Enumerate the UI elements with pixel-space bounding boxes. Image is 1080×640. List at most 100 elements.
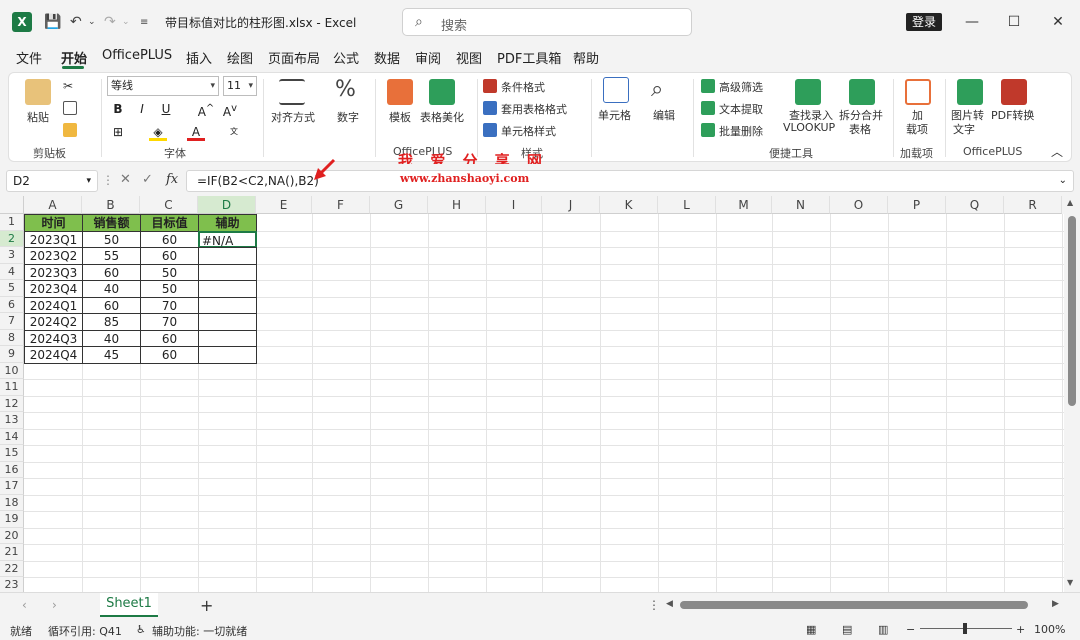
table-header-cell[interactable]: 目标值	[140, 214, 199, 232]
menu-view[interactable]: 视图	[456, 48, 482, 67]
page-layout-view-icon[interactable]: ▤	[842, 623, 852, 636]
vertical-scrollbar[interactable]: ▲ ▼	[1064, 196, 1080, 592]
cell-style-label[interactable]: 单元格样式	[501, 123, 556, 139]
table-cell[interactable]: 2023Q3	[24, 263, 83, 281]
pdf-convert-label[interactable]: PDF转换	[991, 107, 1034, 123]
split-merge-label-2[interactable]: 表格	[849, 121, 871, 137]
shrink-font-icon[interactable]: Av	[221, 100, 239, 119]
confirm-icon[interactable]: ✓	[142, 172, 153, 187]
tab-options-icon[interactable]: ⋮	[648, 598, 660, 612]
conditional-format-label[interactable]: 条件格式	[501, 79, 545, 95]
italic-button[interactable]: I	[133, 100, 151, 118]
add-sheet-button[interactable]: +	[200, 596, 213, 615]
cells-label[interactable]: 单元格	[598, 107, 631, 123]
column-header-M[interactable]: M	[716, 196, 772, 214]
redo-icon[interactable]: ↷	[104, 12, 116, 32]
addin-label-2[interactable]: 载项	[906, 121, 928, 137]
select-all-corner[interactable]	[0, 196, 24, 214]
table-cell[interactable]: 70	[140, 313, 199, 331]
table-cell[interactable]: 45	[82, 346, 141, 364]
border-icon[interactable]: ⊞	[109, 123, 127, 141]
zoom-slider-thumb[interactable]	[963, 623, 967, 634]
row-header-9[interactable]: 9	[0, 346, 24, 363]
table-cell[interactable]: 60	[82, 263, 141, 281]
text-extract-icon[interactable]	[701, 101, 715, 115]
table-style-label[interactable]: 套用表格格式	[501, 101, 567, 117]
scroll-right-icon[interactable]: ▶	[1052, 599, 1059, 609]
table-cell[interactable]: 40	[82, 329, 141, 347]
worksheet-grid[interactable]: ABCDEFGHIJKLMNOPQR 1 2 3 4 5 6 7 8 9 10 11 12 13 14 15…	[0, 196, 1064, 592]
expand-formula-icon[interactable]: ⌄	[1059, 171, 1067, 191]
table-cell[interactable]: 50	[82, 230, 141, 248]
edit-label[interactable]: 编辑	[653, 107, 675, 123]
column-header-L[interactable]: L	[658, 196, 716, 214]
cancel-icon[interactable]: ✕	[120, 172, 131, 187]
row-header-11[interactable]: 11	[0, 379, 24, 396]
column-header-P[interactable]: P	[888, 196, 946, 214]
column-header-K[interactable]: K	[600, 196, 658, 214]
column-header-D[interactable]: D	[198, 196, 256, 214]
horizontal-scroll-thumb[interactable]	[680, 601, 1028, 609]
table-cell[interactable]: 2024Q1	[24, 296, 83, 314]
cell-style-icon[interactable]	[483, 123, 497, 137]
column-header-G[interactable]: G	[370, 196, 428, 214]
number-label[interactable]: 数字	[337, 109, 359, 125]
row-header-3[interactable]: 3	[0, 247, 24, 264]
row-header-23[interactable]: 23	[0, 577, 24, 592]
cut-icon[interactable]: ✂	[63, 79, 77, 93]
table-cell[interactable]: 2024Q2	[24, 313, 83, 331]
table-cell[interactable]	[198, 263, 257, 281]
text-extract-label[interactable]: 文本提取	[719, 101, 763, 117]
undo-icon[interactable]: ↶	[70, 12, 82, 32]
menu-data[interactable]: 数据	[374, 48, 400, 67]
template-label[interactable]: 模板	[389, 109, 411, 125]
table-cell[interactable]: 85	[82, 313, 141, 331]
pdf-convert-icon[interactable]	[1001, 79, 1027, 105]
copy-icon[interactable]	[63, 101, 77, 115]
row-header-12[interactable]: 12	[0, 395, 24, 412]
table-cell[interactable]	[198, 313, 257, 331]
column-header-I[interactable]: I	[486, 196, 542, 214]
batch-delete-label[interactable]: 批量删除	[719, 123, 763, 139]
table-cell[interactable]: 2023Q2	[24, 247, 83, 265]
status-accessibility[interactable]: 辅助功能: 一切就绪	[152, 623, 247, 639]
table-cell[interactable]: 2023Q4	[24, 280, 83, 298]
table-cell[interactable]: 70	[140, 296, 199, 314]
table-cell[interactable]: 60	[140, 247, 199, 265]
table-beautify-label[interactable]: 表格美化	[420, 109, 464, 125]
table-cell[interactable]	[198, 329, 257, 347]
maximize-icon[interactable]: ☐	[1000, 10, 1028, 34]
menu-pdf-tools[interactable]: PDF工具箱	[497, 48, 561, 67]
scroll-down-icon[interactable]: ▼	[1067, 578, 1073, 587]
table-cell[interactable]: 2024Q3	[24, 329, 83, 347]
menu-formulas[interactable]: 公式	[333, 48, 359, 67]
column-header-E[interactable]: E	[256, 196, 312, 214]
template-icon[interactable]	[387, 79, 413, 105]
column-header-H[interactable]: H	[428, 196, 486, 214]
page-break-view-icon[interactable]: ▥	[878, 623, 888, 636]
row-header-4[interactable]: 4	[0, 263, 24, 280]
addin-icon[interactable]	[905, 79, 931, 105]
zoom-level[interactable]: 100%	[1034, 623, 1065, 636]
bold-button[interactable]: B	[109, 100, 127, 118]
scroll-left-icon[interactable]: ◀	[666, 599, 673, 609]
font-color-icon[interactable]: A	[187, 123, 205, 141]
column-header-N[interactable]: N	[772, 196, 830, 214]
batch-delete-icon[interactable]	[701, 123, 715, 137]
customize-toolbar-icon[interactable]: ≡	[140, 12, 148, 32]
table-cell[interactable]	[198, 247, 257, 265]
insert-function-icon[interactable]: fx	[166, 172, 178, 187]
row-header-18[interactable]: 18	[0, 494, 24, 511]
vertical-scroll-thumb[interactable]	[1068, 216, 1076, 406]
row-header-6[interactable]: 6	[0, 296, 24, 313]
table-cell[interactable]: 60	[140, 346, 199, 364]
percent-icon[interactable]: %	[335, 77, 361, 103]
next-sheet-icon[interactable]: ›	[52, 598, 57, 612]
table-cell[interactable]: 60	[82, 296, 141, 314]
column-header-J[interactable]: J	[542, 196, 600, 214]
login-button[interactable]: 登录	[906, 13, 943, 31]
row-header-17[interactable]: 17	[0, 478, 24, 495]
close-icon[interactable]: ✕	[1044, 10, 1072, 34]
menu-draw[interactable]: 绘图	[227, 48, 253, 67]
paste-icon[interactable]	[25, 79, 51, 105]
